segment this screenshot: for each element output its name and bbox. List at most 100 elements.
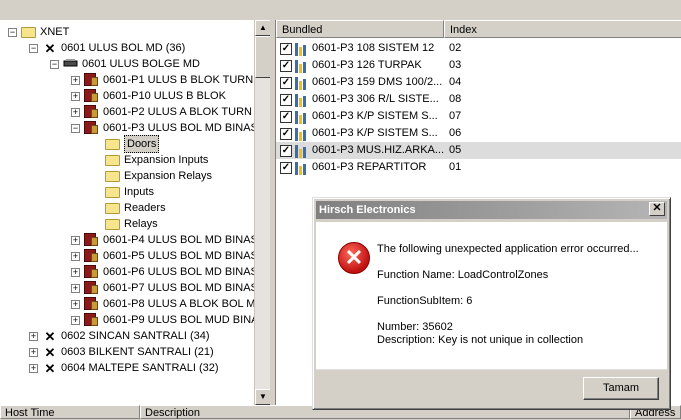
collapse-toggle-icon[interactable]: − xyxy=(8,27,17,37)
expand-toggle-icon[interactable]: + xyxy=(71,251,80,261)
dialog-title: Hirsch Electronics xyxy=(316,201,667,219)
bundle-index: 05 xyxy=(449,144,462,156)
network-node-icon: ✕ xyxy=(44,361,56,376)
bundle-checkbox[interactable]: ✓ xyxy=(280,77,292,89)
column-header-index[interactable]: Index xyxy=(444,20,681,38)
column-header-host-time[interactable]: Host Time xyxy=(0,405,140,419)
bundle-name: 0601-P3 108 SISTEM 12 xyxy=(312,42,435,54)
bundle-checkbox[interactable]: ✓ xyxy=(280,43,292,55)
tree-item[interactable]: Inputs xyxy=(92,184,154,200)
list-item[interactable]: ✓ 0601-P3 REPARTITOR 01 xyxy=(276,159,681,176)
list-item[interactable]: ✓ 0601-P3 K/P SISTEM S... 06 xyxy=(276,125,681,142)
tree-item[interactable]: Expansion Inputs xyxy=(92,152,208,168)
expand-toggle-icon[interactable]: + xyxy=(29,363,38,373)
tree-item[interactable]: − XNET xyxy=(8,24,69,40)
tree-item-label: Relays xyxy=(124,218,158,230)
tree-item-label: 0602 SINCAN SANTRALI (34) xyxy=(61,330,210,342)
list-item[interactable]: ✓ 0601-P3 306 R/L SISTE... 08 xyxy=(276,91,681,108)
tree-item[interactable]: +0601-P9 ULUS BOL MUD BINA xyxy=(71,312,258,328)
folder-icon xyxy=(105,201,121,215)
expand-toggle-icon[interactable]: + xyxy=(29,331,38,341)
expand-toggle-icon[interactable]: + xyxy=(71,283,80,293)
folder-icon xyxy=(105,185,121,199)
panel-icon xyxy=(84,265,100,279)
tree-item[interactable]: +0601-P1 ULUS B BLOK TURN xyxy=(71,72,253,88)
tree-item-label: 0601-P4 ULUS BOL MD BINAS xyxy=(103,234,258,246)
tree-item-label: 0601-P3 ULUS BOL MD BINAS xyxy=(103,122,258,134)
error-icon: ✕ xyxy=(338,242,370,274)
error-function-subitem: FunctionSubItem: 6 xyxy=(377,295,473,307)
panel-icon xyxy=(84,233,100,247)
relay-icon xyxy=(295,109,309,124)
tree-item-label: 0601 ULUS BOL MD (36) xyxy=(61,42,186,54)
tree-item[interactable]: + ✕ 0604 MALTEPE SANTRALI (32) xyxy=(29,360,219,376)
bundle-checkbox[interactable]: ✓ xyxy=(280,162,292,174)
tree-item[interactable]: +0601-P4 ULUS BOL MD BINAS xyxy=(71,232,258,248)
bundle-checkbox[interactable]: ✓ xyxy=(280,94,292,106)
expand-toggle-icon[interactable]: + xyxy=(71,299,80,309)
dialog-body: ✕ The following unexpected application e… xyxy=(316,222,667,370)
expand-toggle-icon[interactable]: + xyxy=(71,267,80,277)
collapse-toggle-icon[interactable]: − xyxy=(71,123,80,133)
tree-item[interactable]: Expansion Relays xyxy=(92,168,212,184)
tree-item[interactable]: − 0601-P3 ULUS BOL MD BINAS xyxy=(71,120,258,136)
column-header-bundled[interactable]: Bundled xyxy=(276,20,444,38)
expand-toggle-icon[interactable]: + xyxy=(71,235,80,245)
bundle-index: 03 xyxy=(449,59,462,71)
ok-button[interactable]: Tamam xyxy=(583,377,659,400)
tree-item[interactable]: +0601-P10 ULUS B BLOK xyxy=(71,88,226,104)
tree-view[interactable]: − XNET − ✕ 0601 ULUS BOL MD (36) −0601 ULUS B… xyxy=(0,20,270,405)
tree-item[interactable]: + ✕ 0603 BILKENT SANTRALI (21) xyxy=(29,344,214,360)
scroll-up-button[interactable]: ▲ xyxy=(255,20,271,36)
list-item[interactable]: ✓ 0601-P3 K/P SISTEM S... 07 xyxy=(276,108,681,125)
close-icon[interactable]: ✕ xyxy=(649,202,665,216)
expand-toggle-icon[interactable]: + xyxy=(71,75,80,85)
bundle-index: 07 xyxy=(449,110,462,122)
tree-item[interactable]: +0601-P6 ULUS BOL MD BINAS xyxy=(71,264,258,280)
tree-item[interactable]: Readers xyxy=(92,200,166,216)
folder-icon xyxy=(105,169,121,183)
tree-item[interactable]: +0601-P7 ULUS BOL MD BINAS xyxy=(71,280,258,296)
expand-toggle-icon[interactable]: + xyxy=(71,91,80,101)
tree-item[interactable]: − ✕ 0601 ULUS BOL MD (36) xyxy=(29,40,185,56)
tree-item[interactable]: Relays xyxy=(92,216,158,232)
error-description: Description: Key is not unique in collec… xyxy=(377,334,584,346)
collapse-toggle-icon[interactable]: − xyxy=(29,43,38,53)
tree-item-label: Readers xyxy=(124,202,166,214)
tree-scrollbar[interactable]: ▲ ▼ xyxy=(254,20,271,405)
bundle-name: 0601-P3 REPARTITOR xyxy=(312,161,427,173)
bundle-checkbox[interactable]: ✓ xyxy=(280,128,292,140)
folder-icon xyxy=(21,25,37,39)
panel-icon xyxy=(84,297,100,311)
tree-item-label: 0601-P2 ULUS A BLOK TURN xyxy=(103,106,252,118)
controller-icon xyxy=(63,57,79,71)
relay-icon xyxy=(295,41,309,56)
bundle-index: 02 xyxy=(449,42,462,54)
list-item[interactable]: ✓ 0601-P3 126 TURPAK 03 xyxy=(276,57,681,74)
tree-item-label: Expansion Inputs xyxy=(124,154,209,166)
expand-toggle-icon[interactable]: + xyxy=(71,107,80,117)
bundle-checkbox[interactable]: ✓ xyxy=(280,111,292,123)
tree-item[interactable]: − 0601 ULUS BOLGE MD xyxy=(50,56,200,72)
bundle-index: 04 xyxy=(449,76,462,88)
list-item[interactable]: ✓ 0601-P3 108 SISTEM 12 02 xyxy=(276,40,681,57)
tree-item[interactable]: + ✕ 0602 SINCAN SANTRALI (34) xyxy=(29,328,210,344)
error-number: Number: 35602 xyxy=(377,321,453,333)
tree-item[interactable]: +0601-P8 ULUS A BLOK BOL M xyxy=(71,296,255,312)
scroll-thumb[interactable] xyxy=(255,36,271,78)
tree-item[interactable]: Doors xyxy=(92,135,160,153)
list-item[interactable]: ✓ 0601-P3 159 DMS 100/2... 04 xyxy=(276,74,681,91)
list-item[interactable]: ✓ 0601-P3 MUS.HIZ.ARKA... 05 xyxy=(276,142,681,159)
expand-toggle-icon[interactable]: + xyxy=(71,315,80,325)
bundle-checkbox[interactable]: ✓ xyxy=(280,145,292,157)
tree-item[interactable]: +0601-P5 ULUS BOL MD BINAS xyxy=(71,248,258,264)
scroll-down-button[interactable]: ▼ xyxy=(255,389,271,405)
collapse-toggle-icon[interactable]: − xyxy=(50,59,59,69)
bundle-checkbox[interactable]: ✓ xyxy=(280,60,292,72)
tree-item[interactable]: +0601-P2 ULUS A BLOK TURN xyxy=(71,104,252,120)
expand-toggle-icon[interactable]: + xyxy=(29,347,38,357)
relay-icon xyxy=(295,126,309,141)
error-function-name: Function Name: LoadControlZones xyxy=(377,269,549,281)
tree-item-label: 0601-P8 ULUS A BLOK BOL M xyxy=(103,298,256,310)
bundle-index: 01 xyxy=(449,161,462,173)
